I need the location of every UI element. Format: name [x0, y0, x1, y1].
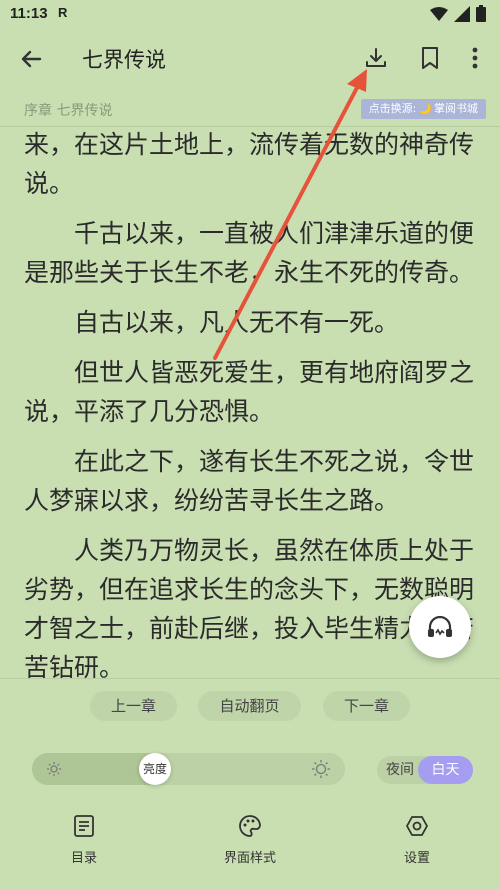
back-arrow-icon: [21, 50, 42, 68]
reading-area[interactable]: 来，在这片土地上，流传着无数的神奇传说。 千古以来，一直被人们津津乐道的便是那些关…: [0, 127, 500, 678]
paragraph: 在此之下，遂有长生不死之说，令世人梦寐以求，纷纷苦寻长生之路。: [24, 447, 475, 515]
headphones-icon: [428, 615, 452, 637]
wifi-icon: [430, 6, 448, 21]
switch-source-button[interactable]: 点击换源: 🌙 掌阅书城: [360, 99, 486, 119]
brightness-slider[interactable]: 亮度: [32, 753, 345, 785]
status-r-indicator: R: [58, 5, 68, 20]
top-app-bar: 七界传说: [0, 28, 500, 88]
brightness-low-icon: [47, 762, 61, 776]
source-prefix: 点击换源:: [368, 102, 417, 115]
bookmark-button[interactable]: [416, 44, 444, 72]
toc-icon: [74, 815, 94, 837]
moon-icon: 🌙: [418, 102, 432, 115]
signal-icon: [454, 5, 470, 22]
battery-icon: [476, 5, 486, 22]
day-mode-option[interactable]: 白天: [418, 756, 473, 784]
download-icon: [366, 48, 386, 67]
more-options-button[interactable]: [463, 44, 487, 72]
status-bar: 11:13 R: [0, 0, 500, 28]
more-vert-icon: [472, 47, 478, 69]
settings-label: 设置: [403, 851, 430, 866]
next-chapter-button[interactable]: 下一章: [323, 691, 410, 721]
style-button[interactable]: 界面样式: [210, 813, 290, 866]
auto-page-button[interactable]: 自动翻页: [198, 691, 301, 721]
paragraph: 但世人皆恶死爱生，更有地府阎罗之说，平添了几分恐惧。: [24, 358, 475, 426]
status-time: 11:13: [10, 5, 48, 22]
back-button[interactable]: [16, 44, 46, 74]
style-label: 界面样式: [223, 851, 276, 866]
bookmark-icon: [422, 47, 438, 69]
download-button[interactable]: [362, 44, 390, 72]
prev-chapter-button[interactable]: 上一章: [90, 691, 177, 721]
brightness-high-icon: [312, 760, 330, 778]
chapter-header: 序章 七界传说 点击换源: 🌙 掌阅书城: [0, 96, 500, 127]
reader-control-panel: 上一章 自动翻页 下一章 亮度 夜间 白天 目录 界面样式 设置: [0, 678, 500, 890]
status-icons: [430, 5, 486, 22]
toc-label: 目录: [70, 851, 97, 866]
brightness-knob[interactable]: 亮度: [139, 753, 171, 785]
source-name: 掌阅书城: [434, 102, 478, 115]
day-night-toggle[interactable]: 夜间 白天: [377, 756, 473, 784]
paragraph: 人类乃万物灵长，虽然在体质上处于劣势，但在追求长生的念头下，无数聪明才智之士，前…: [24, 536, 475, 678]
bottom-navigation: 目录 界面样式 设置: [0, 813, 500, 873]
palette-icon: [239, 815, 261, 837]
paragraph: 千古以来，一直被人们津津乐道的便是那些关于长生不老，永生不死的传奇。: [24, 219, 475, 287]
settings-icon: [406, 816, 428, 836]
night-mode-option[interactable]: 夜间: [386, 756, 414, 784]
chapter-navigation: 上一章 自动翻页 下一章: [0, 691, 500, 721]
chapter-title: 序章 七界传说: [24, 103, 113, 119]
listen-button[interactable]: [409, 596, 471, 658]
toc-button[interactable]: 目录: [44, 813, 124, 866]
paragraph: 自古以来，凡人无不有一死。: [74, 308, 400, 337]
book-title: 七界传说: [82, 48, 166, 72]
settings-button[interactable]: 设置: [377, 813, 457, 866]
paragraph: 来，在这片土地上，流传着无数的神奇传说。: [24, 130, 475, 198]
chapter-text: 来，在这片土地上，流传着无数的神奇传说。 千古以来，一直被人们津津乐道的便是那些关…: [24, 127, 478, 678]
